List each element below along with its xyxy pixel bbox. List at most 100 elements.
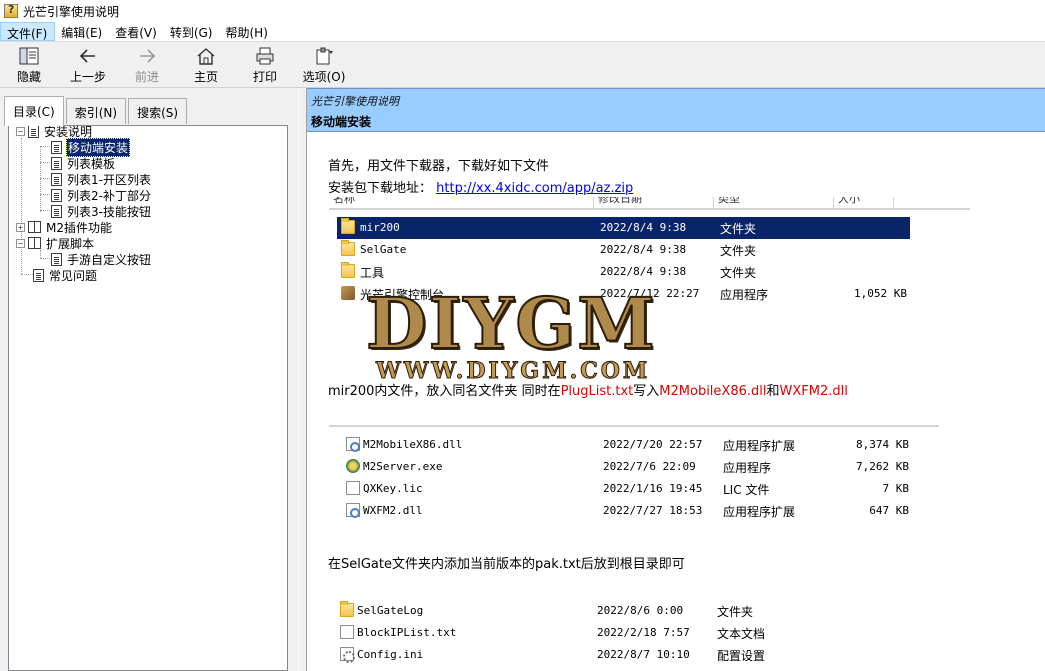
options-icon bbox=[316, 47, 333, 65]
menu-goto[interactable]: 转到(G) bbox=[164, 22, 220, 41]
explorer-screenshot-3: SelGateLog 2022/8/6 0:00 文件夹 BlockIPList… bbox=[329, 598, 889, 671]
m2mobile-dll-ref: M2MobileX86.dll bbox=[659, 384, 767, 399]
tree-label-list3: 列表3-技能按钮 bbox=[67, 204, 151, 219]
dll-file-icon bbox=[346, 437, 360, 452]
file-icon bbox=[346, 481, 360, 495]
page-icon bbox=[28, 124, 39, 138]
topic-header: 光芒引擎使用说明 移动端安装 bbox=[307, 88, 1045, 132]
page-icon bbox=[51, 172, 62, 186]
tree-item-list-template[interactable]: 列表模板 bbox=[51, 155, 116, 171]
page-icon bbox=[51, 252, 62, 266]
forward-button[interactable]: 前进 bbox=[119, 46, 175, 85]
window-title: 光芒引擎使用说明 bbox=[23, 4, 120, 19]
exe-file-icon bbox=[346, 459, 360, 473]
home-label: 主页 bbox=[193, 70, 218, 84]
tree-label-list2: 列表2-补丁部分 bbox=[67, 188, 151, 203]
dll-file-icon bbox=[346, 503, 360, 518]
column-name: 名称 bbox=[329, 197, 594, 208]
page-icon bbox=[51, 140, 62, 154]
menu-help[interactable]: 帮助(H) bbox=[219, 22, 274, 41]
navigation-pane: 目录(C) 索引(N) 搜索(S) − 安装说明 移动端安装 列表模板 列表1-… bbox=[0, 88, 298, 671]
toolbar: 隐藏 上一步 前进 主页 打印 选项(O) bbox=[0, 42, 1045, 88]
text-file-icon bbox=[340, 625, 354, 639]
file-row[interactable]: M2MobileX86.dll 2022/7/20 22:57 应用程序扩展 8… bbox=[343, 434, 923, 456]
tree-item-list1[interactable]: 列表1-开区列表 bbox=[51, 171, 152, 187]
column-date: 修改日期 bbox=[594, 197, 714, 208]
print-label: 打印 bbox=[252, 70, 277, 84]
collapse-icon[interactable]: − bbox=[16, 238, 25, 248]
tree-label-ext-script: 扩展脚本 bbox=[46, 236, 95, 251]
tree-label-list-template: 列表模板 bbox=[67, 156, 116, 171]
folder-icon bbox=[340, 601, 354, 617]
home-icon bbox=[197, 48, 215, 65]
column-type: 类型 bbox=[714, 197, 834, 208]
tree-item-ext-script[interactable]: − 扩展脚本 bbox=[16, 235, 95, 251]
file-row[interactable]: SelGate 2022/8/4 9:38 文件夹 bbox=[337, 239, 910, 261]
explorer-screenshot-1: 名称 修改日期 类型 大小 mir200 2022/8/4 9:38 文件夹 S… bbox=[329, 197, 971, 305]
file-row[interactable]: Config.ini 2022/8/7 10:10 配置设置 bbox=[337, 644, 857, 666]
tree-item-m2-plugin[interactable]: + M2插件功能 bbox=[16, 219, 113, 235]
intro-text: 首先，用文件下载器，下载好如下文件 bbox=[328, 159, 550, 174]
collapse-icon[interactable]: − bbox=[16, 126, 25, 136]
folder-icon bbox=[341, 262, 355, 278]
book-icon bbox=[28, 221, 41, 233]
download-label: 安装包下载地址： bbox=[328, 181, 433, 196]
book-icon bbox=[28, 237, 41, 249]
topic-content: 光芒引擎使用说明 移动端安装 首先，用文件下载器，下载好如下文件 安装包下载地址… bbox=[306, 88, 1045, 671]
pane-splitter[interactable] bbox=[298, 88, 306, 671]
contents-tree: − 安装说明 移动端安装 列表模板 列表1-开区列表 列表2-补丁部分 列表3-… bbox=[8, 124, 288, 671]
menu-view[interactable]: 查看(V) bbox=[109, 22, 164, 41]
file-row[interactable]: M2Server.exe 2022/7/6 22:09 应用程序 7,262 K… bbox=[343, 456, 923, 478]
app-icon bbox=[341, 286, 355, 300]
print-button[interactable]: 打印 bbox=[237, 46, 293, 85]
forward-label: 前进 bbox=[134, 70, 159, 84]
home-button[interactable]: 主页 bbox=[178, 46, 234, 85]
menu-file[interactable]: 文件(F) bbox=[0, 22, 56, 41]
tab-search[interactable]: 搜索(S) bbox=[128, 98, 188, 124]
options-button[interactable]: 选项(O) bbox=[296, 46, 352, 85]
file-row[interactable]: 工具 2022/8/4 9:38 文件夹 bbox=[337, 261, 910, 283]
printer-icon bbox=[256, 47, 274, 65]
page-icon bbox=[51, 204, 62, 218]
breadcrumb: 光芒引擎使用说明 bbox=[311, 95, 399, 108]
tree-item-custom-buttons[interactable]: 手游自定义按钮 bbox=[51, 251, 152, 267]
column-size: 大小 bbox=[834, 197, 894, 208]
tree-item-mobile-install[interactable]: 移动端安装 bbox=[51, 137, 131, 157]
pluglist-file-ref: PlugList.txt bbox=[560, 384, 634, 399]
tree-item-list3[interactable]: 列表3-技能按钮 bbox=[51, 203, 152, 219]
file-row[interactable]: SelGateLog 2022/8/6 0:00 文件夹 bbox=[337, 600, 857, 622]
back-label: 上一步 bbox=[69, 70, 106, 84]
hide-icon bbox=[19, 47, 39, 65]
file-row[interactable]: QXKey.lic 2022/1/16 19:45 LIC 文件 7 KB bbox=[343, 478, 923, 500]
wxfm2-dll-ref: WXFM2.dll bbox=[779, 384, 848, 399]
folder-icon bbox=[341, 218, 355, 234]
hide-button[interactable]: 隐藏 bbox=[1, 46, 57, 85]
tab-contents[interactable]: 目录(C) bbox=[4, 96, 64, 126]
download-line: 安装包下载地址： http://xx.4xidc.com/app/az.zip bbox=[328, 177, 633, 196]
page-icon bbox=[51, 188, 62, 202]
menu-edit[interactable]: 编辑(E) bbox=[55, 22, 109, 41]
download-link[interactable]: http://xx.4xidc.com/app/az.zip bbox=[436, 181, 633, 196]
folder-icon bbox=[341, 240, 355, 256]
back-button[interactable]: 上一步 bbox=[60, 46, 116, 85]
page-icon bbox=[33, 268, 44, 282]
config-file-icon bbox=[340, 647, 355, 663]
nav-tabs: 目录(C) 索引(N) 搜索(S) bbox=[4, 96, 189, 126]
hide-label: 隐藏 bbox=[16, 70, 41, 84]
file-row[interactable]: BlockIPList.txt 2022/2/18 7:57 文本文档 bbox=[337, 622, 857, 644]
tab-index[interactable]: 索引(N) bbox=[65, 98, 127, 124]
menu-bar: 文件(F) 编辑(E) 查看(V) 转到(G) 帮助(H) bbox=[0, 22, 1045, 42]
options-label: 选项(O) bbox=[302, 70, 346, 84]
explorer-screenshot-2: M2MobileX86.dll 2022/7/20 22:57 应用程序扩展 8… bbox=[329, 425, 941, 525]
tree-label-list1: 列表1-开区列表 bbox=[67, 172, 151, 187]
file-row[interactable]: WXFM2.dll 2022/7/27 18:53 应用程序扩展 647 KB bbox=[343, 500, 923, 522]
forward-arrow-icon bbox=[140, 49, 156, 63]
tree-label-custom-buttons: 手游自定义按钮 bbox=[67, 252, 152, 267]
file-row[interactable]: 光芒引擎控制台 2022/7/12 22:27 应用程序 1,052 KB bbox=[337, 283, 910, 305]
help-app-icon bbox=[4, 3, 18, 18]
tree-label-faq: 常见问题 bbox=[49, 268, 98, 283]
tree-item-faq[interactable]: 常见问题 bbox=[33, 267, 98, 283]
file-row[interactable]: mir200 2022/8/4 9:38 文件夹 bbox=[337, 217, 910, 239]
tree-item-list2[interactable]: 列表2-补丁部分 bbox=[51, 187, 152, 203]
expand-icon[interactable]: + bbox=[16, 222, 25, 232]
